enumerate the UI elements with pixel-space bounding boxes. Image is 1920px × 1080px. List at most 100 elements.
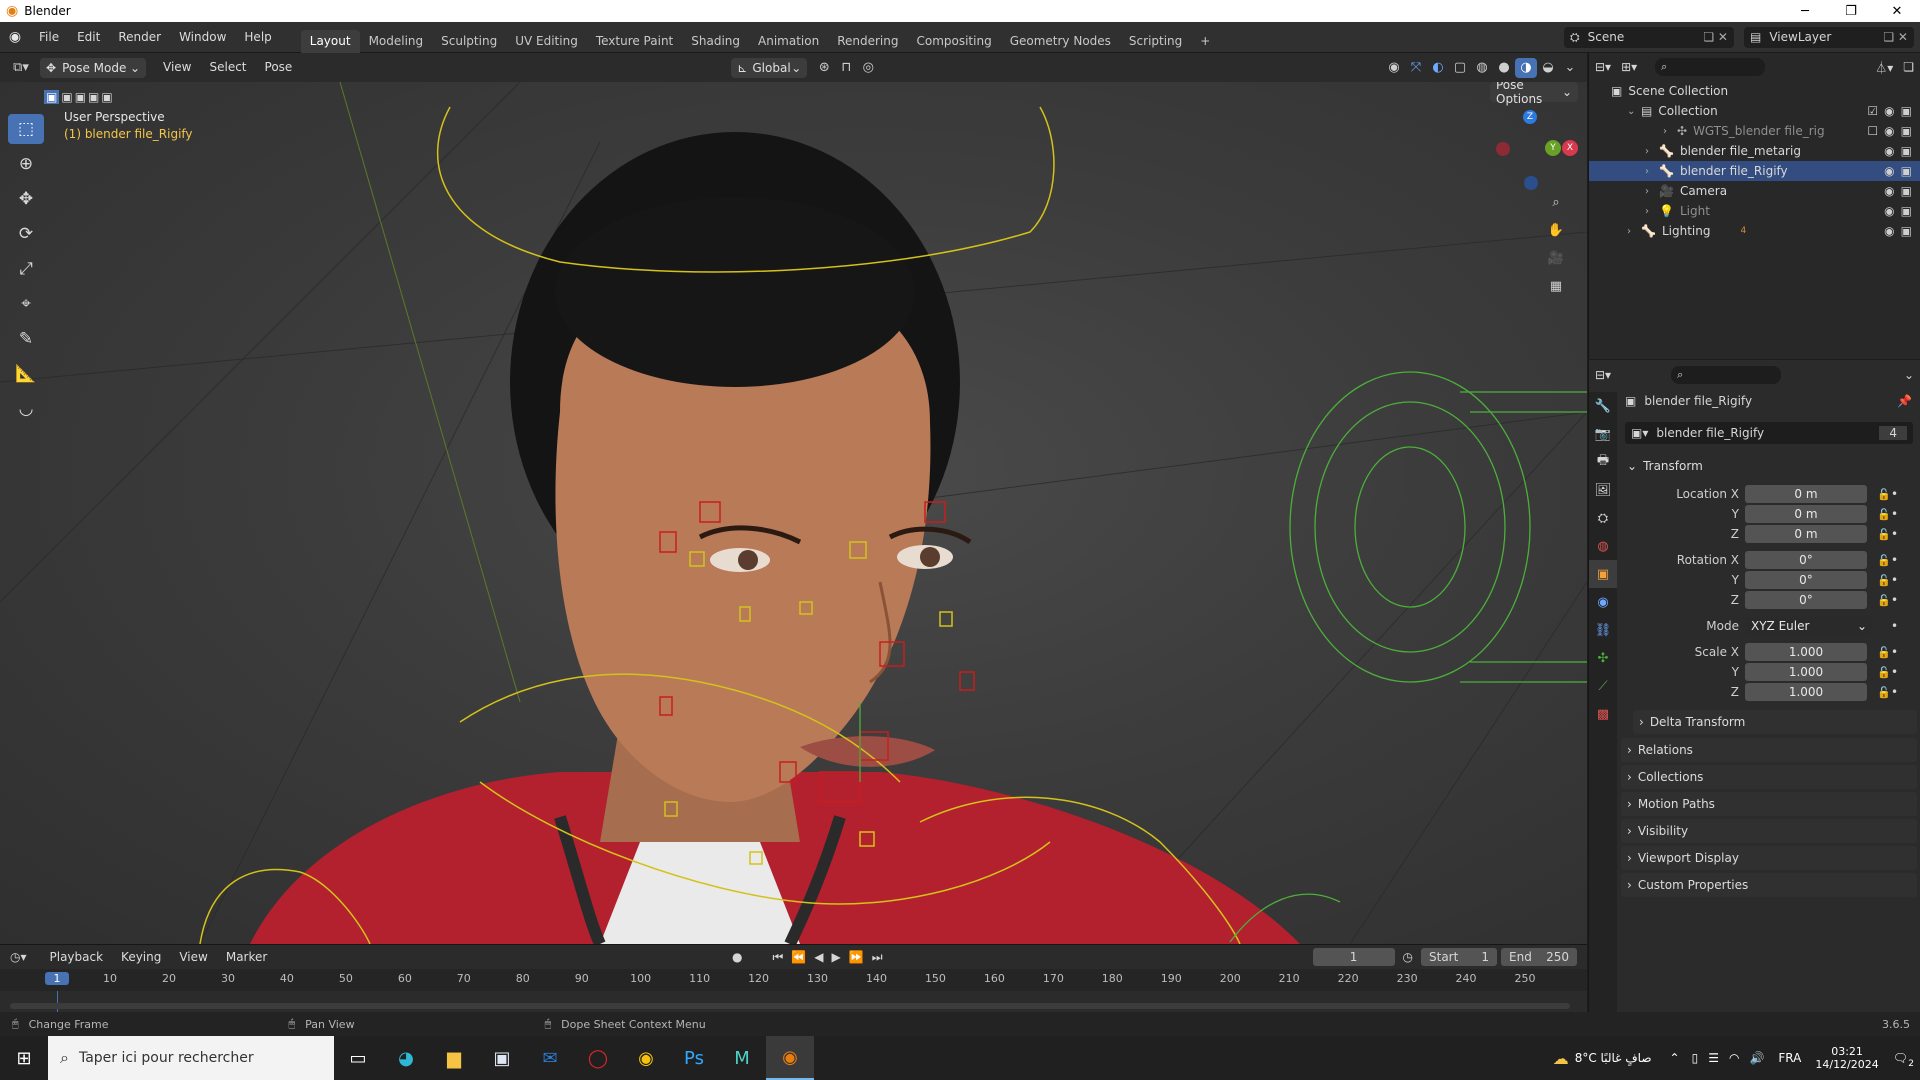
notification-center-icon[interactable]: 🗨 2 xyxy=(1893,1051,1914,1069)
measure-tool-icon[interactable]: 📐 xyxy=(8,359,44,389)
visibility-icon[interactable]: ◉ xyxy=(1383,58,1405,78)
jump-start-icon[interactable]: ⏮ xyxy=(773,950,784,965)
panel-custom-properties[interactable]: › Custom Properties xyxy=(1621,873,1917,897)
end-frame-field[interactable]: End 250 xyxy=(1501,948,1577,966)
panel-viewport-display[interactable]: › Viewport Display xyxy=(1621,846,1917,870)
outliner-item[interactable]: › 🎥 Camera ◉ ▣ xyxy=(1589,181,1920,201)
xray-icon[interactable]: ▢ xyxy=(1449,58,1471,78)
shading-options-icon[interactable]: ⌄ xyxy=(1559,58,1581,78)
select-box-tool-icon[interactable]: ⬚ xyxy=(8,114,44,144)
scale-y-field[interactable]: 1.000 xyxy=(1745,663,1867,681)
viewport-menu-select[interactable]: Select xyxy=(200,52,255,83)
expand-arrow-icon[interactable]: › xyxy=(1627,226,1641,237)
eye-icon[interactable]: ◉ xyxy=(1884,164,1894,178)
3d-viewport[interactable]: ▣ ▣ ▣ ▣ ▣ ⬚ ⊕ ✥ ⟳ ⤢ ⌖ ✎ 📐 ◡ User Perspective… xyxy=(0,82,1587,944)
minimize-button[interactable]: ─ xyxy=(1782,0,1828,22)
lock-icon[interactable]: 🔓 xyxy=(1877,686,1891,699)
viewport-menu-pose[interactable]: Pose xyxy=(256,52,302,83)
tool-tab-icon[interactable]: 🔧 xyxy=(1589,392,1617,420)
armature-tab-icon[interactable]: ✣ xyxy=(1589,644,1617,672)
tab-uv-editing[interactable]: UV Editing xyxy=(506,30,587,53)
blender-taskbar-icon[interactable]: ◉ xyxy=(766,1036,814,1080)
keyframe-dot-icon[interactable]: • xyxy=(1891,665,1898,679)
panel-relations[interactable]: › Relations xyxy=(1621,738,1917,762)
outliner-type-icon[interactable]: ⊟▾ xyxy=(1595,60,1611,74)
lock-icon[interactable]: 🔓 xyxy=(1877,508,1891,521)
jump-keyframe-back-icon[interactable]: ⏪ xyxy=(791,950,806,964)
menu-window[interactable]: Window xyxy=(170,22,235,53)
close-button[interactable]: ✕ xyxy=(1874,0,1920,22)
mode-selector[interactable]: ✥ Pose Mode ⌄ xyxy=(40,57,146,78)
opera-icon[interactable]: ◯ xyxy=(574,1036,622,1080)
annotate-tool-icon[interactable]: ✎ xyxy=(8,324,44,354)
tab-compositing[interactable]: Compositing xyxy=(907,30,1000,53)
edge-browser-icon[interactable]: ◕ xyxy=(382,1036,430,1080)
render-camera-icon[interactable]: ▣ xyxy=(1901,184,1912,198)
proportional-edit-icon[interactable]: ◎ xyxy=(857,58,879,78)
tab-shading[interactable]: Shading xyxy=(682,30,749,53)
tab-texture-paint[interactable]: Texture Paint xyxy=(587,30,682,53)
keyframe-dot-icon[interactable]: • xyxy=(1891,593,1898,607)
gizmo-z-axis[interactable]: Z xyxy=(1523,110,1537,124)
outliner-item[interactable]: › 🦴 blender file_metarig ◉ ▣ xyxy=(1589,141,1920,161)
gizmo-y-axis[interactable]: Y xyxy=(1545,140,1561,156)
auto-keying-icon[interactable]: ● xyxy=(732,950,742,964)
viewport-menu-view[interactable]: View xyxy=(154,52,200,83)
expand-arrow-icon[interactable]: › xyxy=(1645,166,1659,177)
eye-icon[interactable]: ◉ xyxy=(1884,204,1894,218)
transform-panel-header[interactable]: ⌄ Transform xyxy=(1621,454,1917,478)
viewlayer-selector[interactable]: ▤ ViewLayer ❏ ✕ xyxy=(1744,26,1914,48)
properties-type-icon[interactable]: ⊟▾ xyxy=(1595,368,1611,382)
timeline-menu-keying[interactable]: Keying xyxy=(112,945,170,969)
tray-chevron-up-icon[interactable]: ⌃ xyxy=(1670,1051,1680,1065)
rotation-x-field[interactable]: 0° xyxy=(1745,551,1867,569)
timeline-menu-playback[interactable]: Playback xyxy=(41,945,113,969)
timeline-menu-view[interactable]: View xyxy=(170,945,216,969)
keyframe-dot-icon[interactable]: • xyxy=(1891,645,1898,659)
tab-rendering[interactable]: Rendering xyxy=(828,30,907,53)
rotation-z-field[interactable]: 0° xyxy=(1745,591,1867,609)
tab-sculpting[interactable]: Sculpting xyxy=(432,30,506,53)
keyframe-dot-icon[interactable]: • xyxy=(1891,573,1898,587)
outliner-item[interactable]: ⌄ ▤ Collection ☑ ◉ ▣ xyxy=(1589,101,1920,121)
current-frame-field[interactable]: 1 xyxy=(1312,948,1395,966)
rotation-mode-select[interactable]: XYZ Euler ⌄ xyxy=(1745,617,1871,635)
wifi-icon[interactable]: ◠ xyxy=(1729,1051,1739,1065)
new-collection-icon[interactable]: ❏ xyxy=(1903,60,1914,74)
keyframe-dot-icon[interactable]: • xyxy=(1891,487,1898,501)
lock-icon[interactable]: 🔓 xyxy=(1877,666,1891,679)
menu-edit[interactable]: Edit xyxy=(68,22,109,53)
panel-visibility[interactable]: › Visibility xyxy=(1621,819,1917,843)
users-count[interactable]: 4 xyxy=(1879,426,1907,440)
editor-type-icon[interactable]: ◷▾ xyxy=(10,950,27,964)
restore-button[interactable]: ❐ xyxy=(1828,0,1874,22)
task-view-icon[interactable]: ▭ xyxy=(334,1036,382,1080)
properties-options-icon[interactable]: ⌄ xyxy=(1904,368,1914,382)
outliner-item[interactable]: › ✣ WGTS_blender file_rig ☐ ◉ ▣ xyxy=(1589,121,1920,141)
overlay-toggle-icon[interactable]: ◐ xyxy=(1427,58,1449,78)
wireframe-shading-icon[interactable]: ◍ xyxy=(1471,58,1493,78)
scale-z-field[interactable]: 1.000 xyxy=(1745,683,1867,701)
delta-transform-header[interactable]: › Delta Transform xyxy=(1633,710,1917,734)
gizmo-neg-x[interactable] xyxy=(1496,142,1510,156)
frame-ruler[interactable]: 1 10 20 30 40 50 60 70 80 90 100 110 120 130 140 150 160… xyxy=(0,969,1587,991)
gizmo-neg-z[interactable] xyxy=(1524,176,1538,190)
lock-icon[interactable]: 🔓 xyxy=(1877,646,1891,659)
taskbar-search-box[interactable]: ⌕ Taper ici pour rechercher xyxy=(48,1036,334,1080)
microsoft-store-icon[interactable]: ▣ xyxy=(478,1036,526,1080)
navigation-gizmo[interactable]: Z Y X xyxy=(1490,108,1578,190)
outlook-icon[interactable]: ✉ xyxy=(526,1036,574,1080)
transform-tool-icon[interactable]: ⌖ xyxy=(8,289,44,319)
exclude-checkbox-icon[interactable]: ☑ xyxy=(1867,104,1878,118)
expand-arrow-icon[interactable]: ⌄ xyxy=(1627,106,1641,117)
tab-layout[interactable]: Layout xyxy=(300,29,360,53)
pivot-point-icon[interactable]: ⊛ xyxy=(813,58,835,78)
object-data-field[interactable]: ▣▾ blender file_Rigify 4 xyxy=(1625,422,1913,444)
volume-icon[interactable]: 🔊 xyxy=(1749,1051,1764,1065)
play-icon[interactable]: ▶ xyxy=(832,950,841,964)
preview-range-icon[interactable]: ◷ xyxy=(1403,950,1413,964)
windows-start-icon[interactable]: ⊞ xyxy=(0,1036,48,1080)
play-reverse-icon[interactable]: ◀ xyxy=(814,950,823,964)
tab-animation[interactable]: Animation xyxy=(749,30,828,53)
keyframe-dot-icon[interactable]: • xyxy=(1891,685,1898,699)
